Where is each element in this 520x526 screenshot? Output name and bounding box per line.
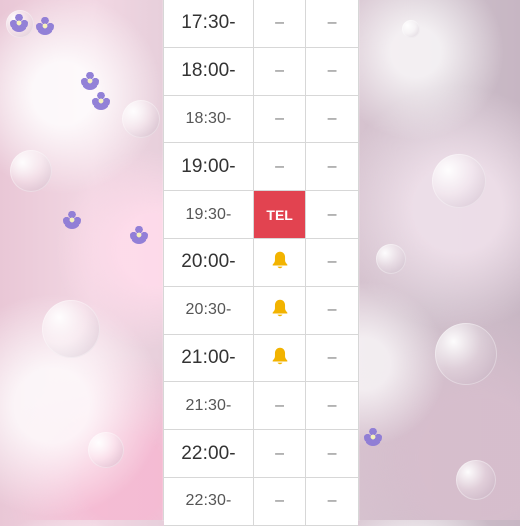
time-label: 22:30-	[164, 477, 254, 526]
bell-slot	[253, 334, 307, 383]
slot-placeholder: –	[253, 95, 307, 144]
background-flower	[130, 226, 148, 244]
background-flower	[92, 92, 110, 110]
time-slots-table: 17:30- – –18:00- – –18:30- – –19:00- – –19:30- TE…	[164, 0, 358, 526]
background-bubble	[376, 244, 406, 274]
bell-icon	[269, 345, 291, 365]
table-row: 20:00- –	[164, 238, 358, 287]
background-bubble	[402, 20, 420, 38]
time-label: 19:00-	[164, 142, 254, 192]
schedule-table: 17:30- – –18:00- – –18:30- – –19:00- – –19:30- TE…	[163, 0, 359, 526]
background-flower	[81, 72, 99, 90]
background-bubble	[435, 323, 497, 385]
time-label: 20:00-	[164, 238, 254, 287]
background-bubble	[122, 100, 160, 138]
table-row: 17:30- – –	[164, 0, 358, 48]
slot-placeholder: –	[305, 381, 358, 431]
table-row: 19:00- – –	[164, 142, 358, 192]
slot-placeholder: –	[305, 429, 358, 478]
bell-slot	[253, 286, 307, 335]
tel-slot[interactable]: TEL	[253, 190, 307, 239]
slot-placeholder: –	[305, 95, 358, 144]
table-row: 18:00- – –	[164, 47, 358, 96]
bell-icon	[269, 297, 291, 317]
time-label: 19:30-	[164, 190, 254, 239]
bell-slot	[253, 238, 307, 287]
slot-placeholder: –	[305, 0, 358, 48]
slot-placeholder: –	[305, 47, 358, 96]
background-flower	[364, 428, 382, 446]
slot-placeholder: –	[305, 477, 358, 526]
time-label: 17:30-	[164, 0, 254, 48]
slot-placeholder: –	[305, 334, 358, 383]
slot-placeholder: –	[253, 429, 307, 478]
background-flower	[63, 211, 81, 229]
background-flower	[36, 17, 54, 35]
time-label: 18:30-	[164, 95, 254, 144]
slot-placeholder: –	[253, 142, 307, 192]
time-label: 18:00-	[164, 47, 254, 96]
background-bubble	[42, 300, 100, 358]
table-row: 22:00- – –	[164, 429, 358, 478]
slot-placeholder: –	[253, 47, 307, 96]
slot-placeholder: –	[253, 381, 307, 431]
background-bubble	[10, 150, 52, 192]
table-row: 18:30- – –	[164, 95, 358, 144]
slot-placeholder: –	[253, 477, 307, 526]
bell-icon	[269, 249, 291, 269]
slot-placeholder: –	[305, 238, 358, 287]
table-row: 19:30- TEL –	[164, 190, 358, 239]
slot-placeholder: –	[305, 190, 358, 239]
time-label: 22:00-	[164, 429, 254, 478]
slot-placeholder: –	[253, 0, 307, 48]
background-flower	[10, 14, 28, 32]
time-label: 21:00-	[164, 334, 254, 383]
table-row: 22:30- – –	[164, 477, 358, 526]
time-label: 21:30-	[164, 381, 254, 431]
table-row: 21:00- –	[164, 334, 358, 383]
table-row: 21:30- – –	[164, 381, 358, 431]
slot-placeholder: –	[305, 142, 358, 192]
background-bubble	[456, 460, 496, 500]
background-bubble	[432, 154, 486, 208]
table-row: 20:30- –	[164, 286, 358, 335]
slot-placeholder: –	[305, 286, 358, 335]
background-bubble	[88, 432, 124, 468]
time-label: 20:30-	[164, 286, 254, 335]
